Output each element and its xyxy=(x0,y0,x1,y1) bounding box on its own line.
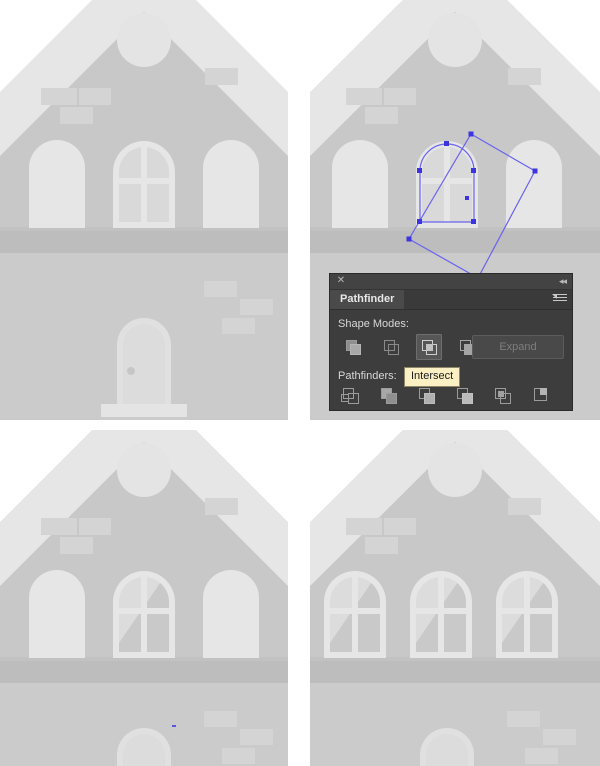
pathfinder-outline-button[interactable] xyxy=(492,386,516,408)
artboard-top-left[interactable] xyxy=(0,0,288,420)
house-illustration-step-3 xyxy=(0,430,288,766)
house-illustration-step-1 xyxy=(0,0,288,420)
expand-button[interactable]: Expand xyxy=(472,335,564,359)
shape-modes-row: Expand xyxy=(338,334,564,362)
pathfinder-panel[interactable]: ✕ ◂◂ Pathfinder Shape Modes: Expand Path… xyxy=(330,274,572,410)
shape-mode-intersect-button[interactable] xyxy=(416,334,442,360)
pathfinder-divide-button[interactable] xyxy=(340,386,364,408)
pathfinder-trim-button[interactable] xyxy=(378,386,402,408)
tab-pathfinder[interactable]: Pathfinder xyxy=(330,290,405,309)
pathfinder-crop-button[interactable] xyxy=(454,386,478,408)
pathfinders-row xyxy=(338,386,564,412)
artboard-bottom-right[interactable] xyxy=(310,430,600,766)
tooltip-intersect: Intersect xyxy=(404,367,461,387)
artboard-bottom-left[interactable] xyxy=(0,430,288,766)
collapse-panel-icon[interactable]: ◂◂ xyxy=(554,276,567,286)
shape-mode-unite-button[interactable] xyxy=(340,334,366,360)
artboard-top-right[interactable]: ✕ ◂◂ Pathfinder Shape Modes: Expand Path… xyxy=(310,0,600,420)
house-illustration-step-4 xyxy=(310,430,600,766)
pathfinder-minus-back-button[interactable] xyxy=(530,386,554,408)
panel-menu-icon[interactable] xyxy=(552,294,567,305)
close-icon[interactable]: ✕ xyxy=(336,276,346,286)
panel-titlebar: ✕ ◂◂ xyxy=(330,274,572,290)
panel-tabrow: Pathfinder xyxy=(330,290,572,310)
panel-body: Shape Modes: Expand Pathfinders: xyxy=(330,310,572,412)
artboard-stage: ✕ ◂◂ Pathfinder Shape Modes: Expand Path… xyxy=(0,0,600,766)
shape-modes-label: Shape Modes: xyxy=(338,318,409,330)
pathfinder-merge-button[interactable] xyxy=(416,386,440,408)
shape-mode-minus-front-button[interactable] xyxy=(378,334,404,360)
